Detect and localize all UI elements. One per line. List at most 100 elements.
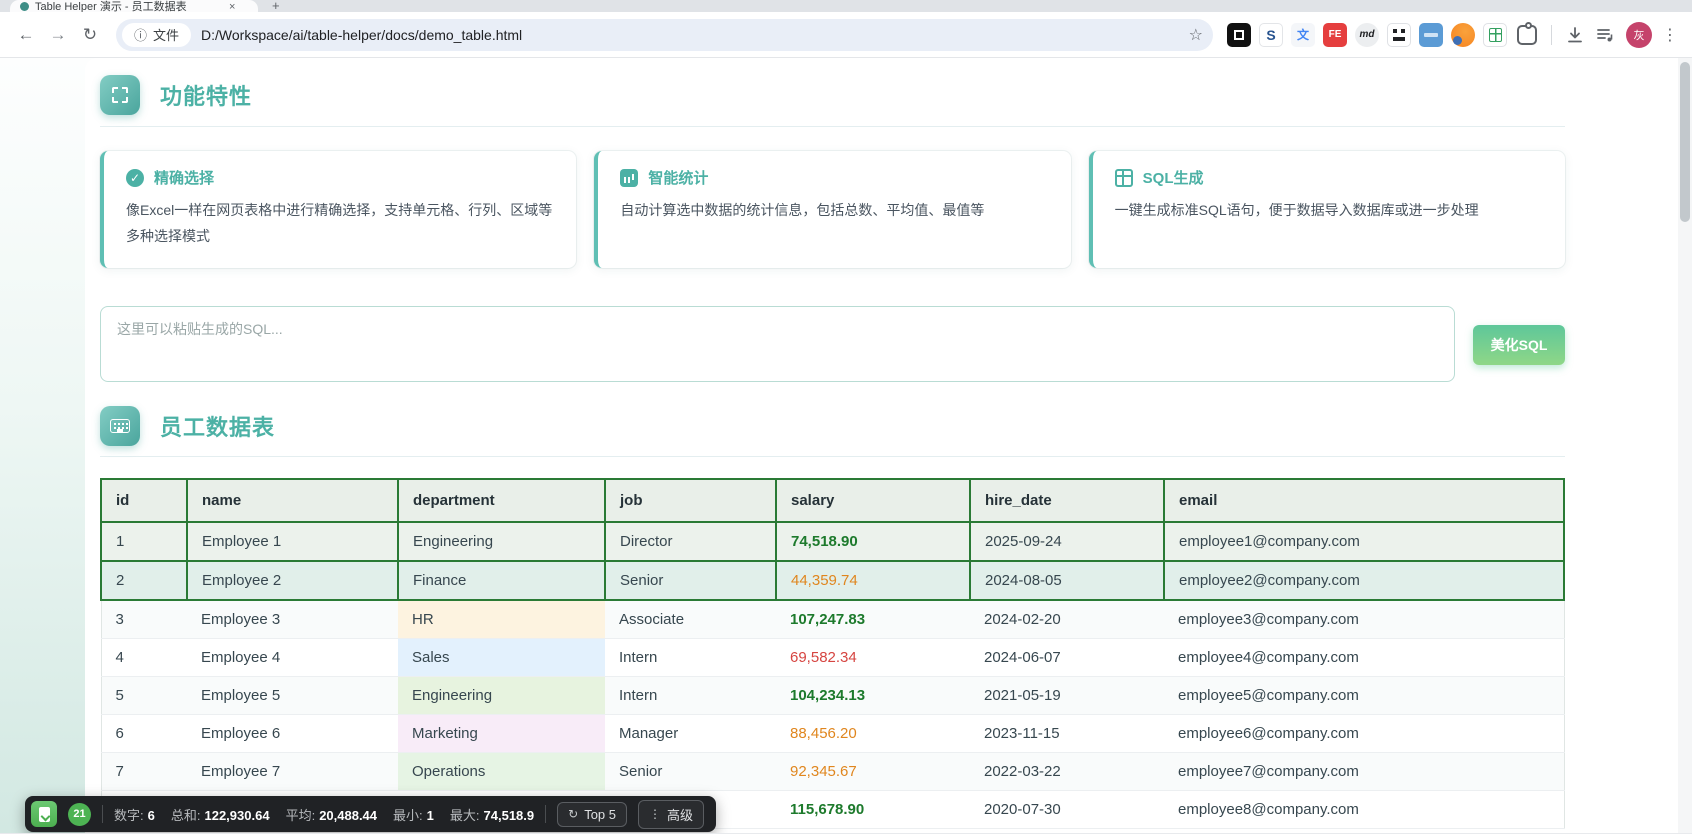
table-cell[interactable]: Director [605, 522, 776, 561]
media-playlist-icon[interactable] [1590, 20, 1620, 50]
table-cell[interactable]: Engineering [398, 522, 605, 561]
selection-count-badge[interactable]: 21 [68, 803, 91, 826]
table-cell[interactable]: Associate [605, 600, 776, 639]
fe-extension-icon[interactable]: FE [1323, 23, 1347, 47]
features-section-title: 功能特性 [160, 79, 252, 111]
table-row[interactable]: 1Employee 1EngineeringDirector74,518.902… [101, 522, 1564, 561]
table-cell[interactable]: Employee 3 [187, 600, 398, 639]
table-cell[interactable]: employee8@company.com [1164, 790, 1564, 828]
table-cell[interactable]: employee6@company.com [1164, 714, 1564, 752]
top5-button[interactable]: ↻ Top 5 [557, 802, 627, 827]
table-cell[interactable]: employee3@company.com [1164, 600, 1564, 639]
sheet-extension-icon[interactable] [1483, 23, 1507, 47]
table-cell[interactable]: 2024-02-20 [970, 600, 1164, 639]
column-header[interactable]: salary [776, 479, 970, 522]
plugin-file-icon[interactable] [31, 801, 57, 827]
url-text[interactable]: D:/Workspace/ai/table-helper/docs/demo_t… [201, 27, 1181, 43]
table-row[interactable]: 4Employee 4SalesIntern69,582.342024-06-0… [101, 638, 1564, 676]
column-header[interactable]: name [187, 479, 398, 522]
table-cell[interactable]: 4 [101, 638, 187, 676]
address-bar[interactable]: ⓘ 文件 D:/Workspace/ai/table-helper/docs/d… [116, 19, 1213, 51]
table-cell[interactable]: 2022-03-22 [970, 752, 1164, 790]
page-scrollbar[interactable] [1678, 58, 1692, 833]
table-cell[interactable]: 88,456.20 [776, 714, 970, 752]
table-cell[interactable]: employee2@company.com [1164, 561, 1564, 600]
table-row[interactable]: 3Employee 3HRAssociate107,247.832024-02-… [101, 600, 1564, 639]
table-cell[interactable]: 104,234.13 [776, 676, 970, 714]
table-cell[interactable]: 107,247.83 [776, 600, 970, 639]
table-cell[interactable]: 5 [101, 676, 187, 714]
new-tab-button[interactable]: + [272, 0, 280, 12]
column-header[interactable]: email [1164, 479, 1564, 522]
table-cell[interactable]: employee7@company.com [1164, 752, 1564, 790]
table-cell[interactable]: Engineering [398, 676, 605, 714]
table-cell[interactable]: Sales [398, 638, 605, 676]
feature-card-body: 一键生成标准SQL语句，便于数据导入数据库或进一步处理 [1115, 198, 1543, 224]
table-cell[interactable]: 2020-07-30 [970, 790, 1164, 828]
browser-menu-icon[interactable]: ⋮ [1658, 25, 1682, 45]
column-header[interactable]: hire_date [970, 479, 1164, 522]
table-cell[interactable]: employee4@company.com [1164, 638, 1564, 676]
table-cell[interactable]: Employee 6 [187, 714, 398, 752]
forward-button[interactable]: → [42, 19, 74, 51]
profile-avatar[interactable]: 灰 [1626, 22, 1652, 48]
table-cell[interactable]: 2024-08-05 [970, 561, 1164, 600]
table-cell[interactable]: employee5@company.com [1164, 676, 1564, 714]
table-cell[interactable]: Operations [398, 752, 605, 790]
table-cell[interactable]: employee1@company.com [1164, 522, 1564, 561]
column-header[interactable]: department [398, 479, 605, 522]
back-button[interactable]: ← [10, 19, 42, 51]
markdown-extension-icon[interactable]: md [1355, 23, 1379, 47]
table-row[interactable]: 5Employee 5EngineeringIntern104,234.1320… [101, 676, 1564, 714]
table-cell[interactable]: Employee 5 [187, 676, 398, 714]
table-cell[interactable]: Employee 2 [187, 561, 398, 600]
sql-input[interactable] [100, 306, 1455, 382]
table-cell[interactable]: 44,359.74 [776, 561, 970, 600]
table-cell[interactable]: 1 [101, 522, 187, 561]
table-cell[interactable]: 2021-05-19 [970, 676, 1164, 714]
table-cell[interactable]: HR [398, 600, 605, 639]
fox-extension-icon[interactable] [1451, 23, 1475, 47]
table-cell[interactable]: Intern [605, 676, 776, 714]
table-cell[interactable]: Manager [605, 714, 776, 752]
dark-reader-extension-icon[interactable] [1227, 23, 1251, 47]
table-cell[interactable]: 74,518.90 [776, 522, 970, 561]
table-cell[interactable]: 2025-09-24 [970, 522, 1164, 561]
advanced-button[interactable]: ⋮ 高级 [638, 800, 704, 829]
table-cell[interactable]: 92,345.67 [776, 752, 970, 790]
table-cell[interactable]: 3 [101, 600, 187, 639]
table-cell[interactable]: 115,678.90 [776, 790, 970, 828]
table-cell[interactable]: Finance [398, 561, 605, 600]
extensions-puzzle-icon[interactable] [1517, 25, 1537, 45]
translate-extension-icon[interactable]: 文 [1291, 23, 1315, 47]
table-cell[interactable]: 2 [101, 561, 187, 600]
table-row[interactable]: 2Employee 2FinanceSenior44,359.742024-08… [101, 561, 1564, 600]
table-cell[interactable]: 7 [101, 752, 187, 790]
table-cell[interactable]: Employee 4 [187, 638, 398, 676]
column-header[interactable]: id [101, 479, 187, 522]
qr-code-extension-icon[interactable] [1387, 23, 1411, 47]
table-cell[interactable]: 2024-06-07 [970, 638, 1164, 676]
table-cell[interactable]: Marketing [398, 714, 605, 752]
table-row[interactable]: 7Employee 7OperationsSenior92,345.672022… [101, 752, 1564, 790]
beautify-sql-button[interactable]: 美化SQL [1473, 325, 1565, 365]
table-cell[interactable]: Senior [605, 752, 776, 790]
table-cell[interactable]: 2023-11-15 [970, 714, 1164, 752]
table-cell[interactable]: 6 [101, 714, 187, 752]
downloads-icon[interactable] [1560, 20, 1590, 50]
table-cell[interactable]: Intern [605, 638, 776, 676]
reload-button[interactable]: ↻ [74, 19, 106, 51]
table-cell[interactable]: Employee 7 [187, 752, 398, 790]
table-row[interactable]: 6Employee 6MarketingManager88,456.202023… [101, 714, 1564, 752]
browser-tab[interactable]: Table Helper 演示 - 员工数据表 × [10, 0, 258, 12]
bookmark-star-icon[interactable]: ☆ [1189, 25, 1203, 45]
scrollbar-thumb[interactable] [1680, 62, 1690, 222]
s-extension-icon[interactable]: S [1259, 23, 1283, 47]
table-cell[interactable]: Employee 1 [187, 522, 398, 561]
tab-close-icon[interactable]: × [229, 1, 235, 12]
card-extension-icon[interactable] [1419, 23, 1443, 47]
column-header[interactable]: job [605, 479, 776, 522]
table-cell[interactable]: Senior [605, 561, 776, 600]
site-info-chip[interactable]: ⓘ 文件 [122, 23, 191, 47]
table-cell[interactable]: 69,582.34 [776, 638, 970, 676]
